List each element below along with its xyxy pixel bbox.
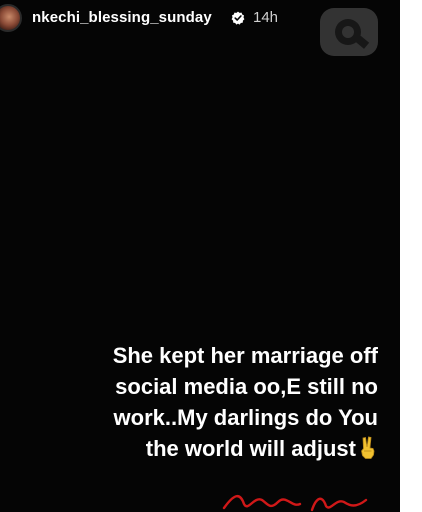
verified-badge-icon	[231, 11, 245, 25]
username[interactable]: nkechi_blessing_sunday	[32, 9, 212, 26]
page-margin	[400, 0, 422, 512]
red-handwritten-signature	[222, 495, 368, 512]
caption-line-2: social media oo,E still no	[115, 374, 378, 399]
watermark-logo-icon	[320, 8, 378, 56]
victory-hand-icon	[361, 436, 375, 459]
caption-line-4-text: the world will adjust	[145, 436, 356, 461]
caption-line-1: She kept her marriage off	[112, 343, 378, 368]
story-timestamp: 14h	[253, 9, 279, 26]
caption-line-3: work..My darlings do You	[113, 405, 378, 430]
story-caption: She kept her marriage off social media o…	[0, 340, 378, 464]
avatar[interactable]	[0, 4, 22, 32]
caption-line-4: the world will adjust	[0, 433, 378, 464]
story-view[interactable]: nkechi_blessing_sunday 14h She kept her …	[0, 0, 400, 512]
story-screenshot: nkechi_blessing_sunday 14h She kept her …	[0, 0, 422, 512]
